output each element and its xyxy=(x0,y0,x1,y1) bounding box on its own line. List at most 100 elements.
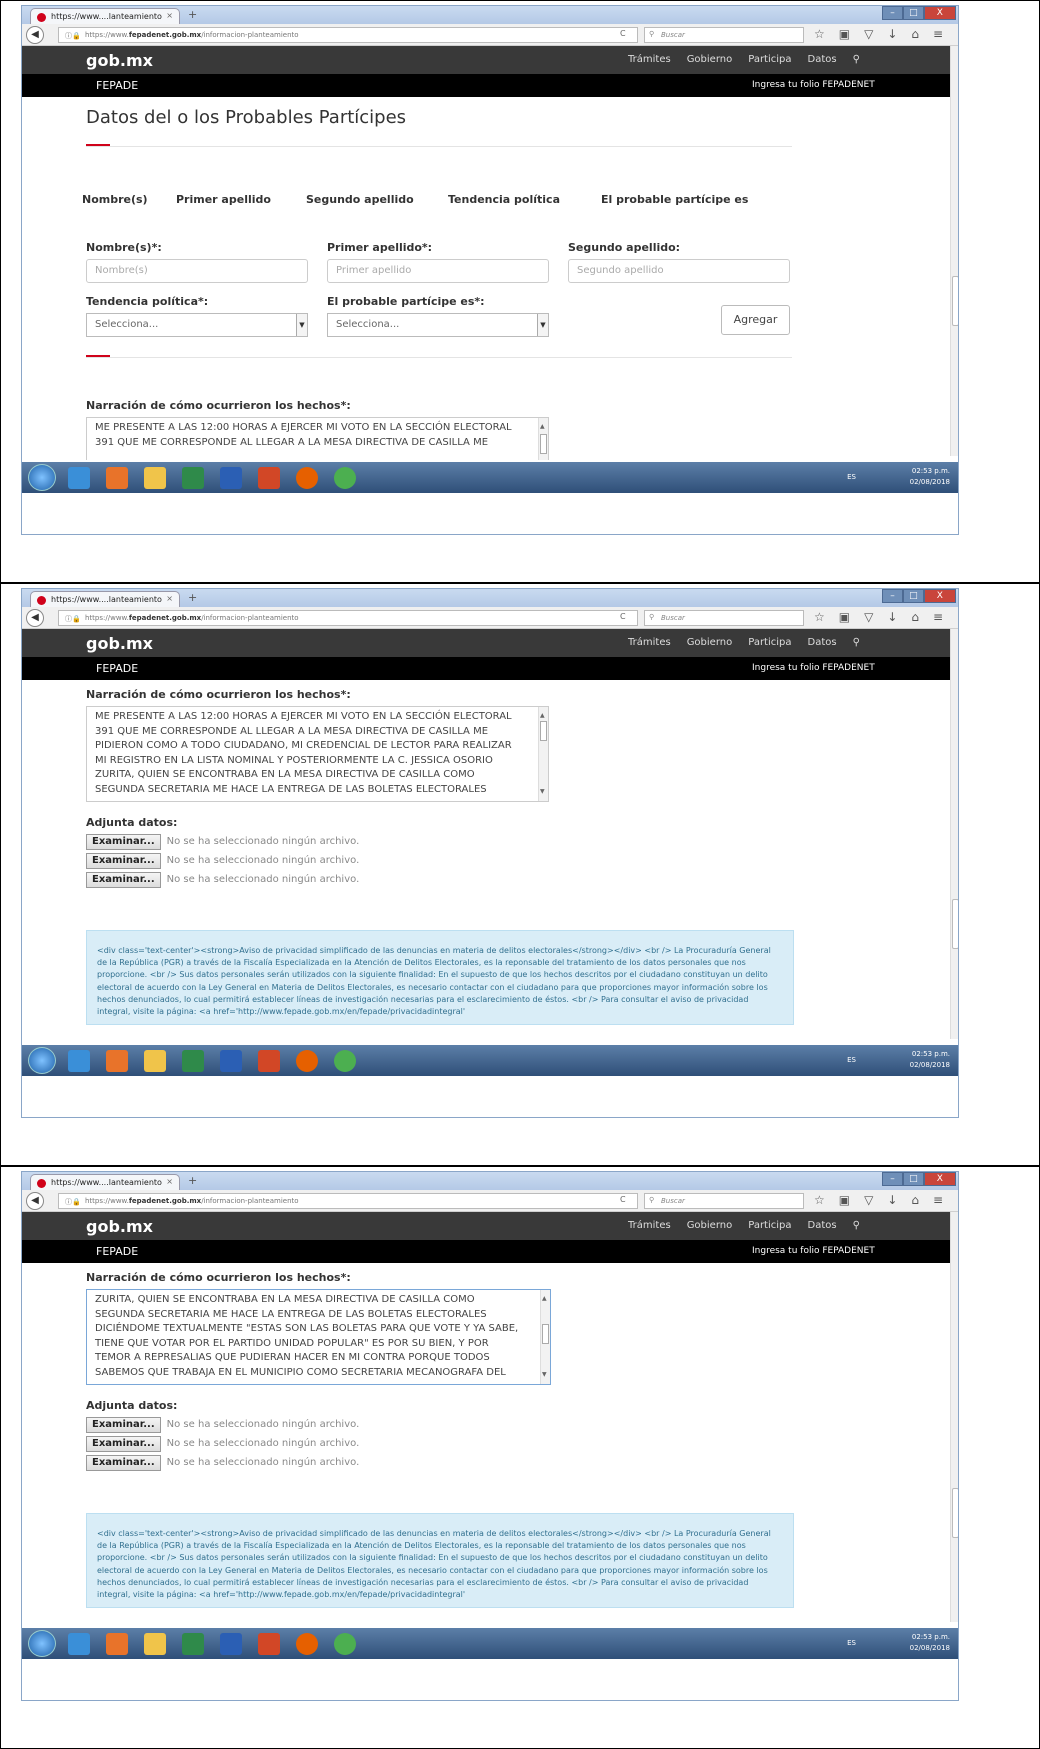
nav-datos[interactable]: Datos xyxy=(808,1220,837,1231)
menu-icon[interactable]: ≡ xyxy=(933,27,943,41)
media-player-icon[interactable] xyxy=(106,467,128,489)
scrollbar-thumb[interactable] xyxy=(952,1488,958,1538)
search-icon[interactable]: ⚲ xyxy=(853,637,860,648)
powerpoint-icon[interactable] xyxy=(258,1633,280,1655)
nav-participa[interactable]: Participa xyxy=(748,1220,791,1231)
new-tab-button[interactable]: + xyxy=(188,1174,197,1187)
address-bar[interactable]: ⓘ🔒 https://www.fepadenet.gob.mx/informaci… xyxy=(58,27,638,43)
search-icon[interactable]: ⚲ xyxy=(853,54,860,65)
fepade-label[interactable]: FEPADE xyxy=(96,1245,138,1258)
address-bar[interactable]: ⓘ🔒 https://www.fepadenet.gob.mx/informaci… xyxy=(58,610,638,626)
ie-icon[interactable] xyxy=(68,1633,90,1655)
participe-select[interactable]: Selecciona... ▼ xyxy=(327,313,549,337)
address-bar[interactable]: ⓘ🔒 https://www.fepadenet.gob.mx/informaci… xyxy=(58,1193,638,1209)
pocket-icon[interactable]: ▽ xyxy=(864,27,873,41)
download-icon[interactable]: ↓ xyxy=(887,610,897,624)
clock-time[interactable]: 02:53 p.m. xyxy=(912,1633,950,1641)
folder-icon[interactable] xyxy=(144,1050,166,1072)
file-input-2[interactable]: Examinar... No se ha seleccionado ningún … xyxy=(86,1436,359,1452)
narracion-textarea[interactable]: ME PRESENTE A LAS 12:00 HORAS A EJERCER … xyxy=(86,706,549,802)
maximize-button[interactable]: □ xyxy=(902,589,924,603)
nav-datos[interactable]: Datos xyxy=(808,637,837,648)
folio-link[interactable]: Ingresa tu folio FEPADENET xyxy=(752,1246,875,1256)
search-icon[interactable]: ⚲ xyxy=(853,1220,860,1231)
browser-tab[interactable]: https://www....lanteamiento × xyxy=(30,591,180,607)
firefox-icon[interactable] xyxy=(296,1050,318,1072)
start-button[interactable] xyxy=(28,464,56,491)
minimize-button[interactable]: – xyxy=(882,1172,903,1186)
fepade-label[interactable]: FEPADE xyxy=(96,662,138,675)
textarea-scroll-thumb[interactable] xyxy=(542,1324,549,1344)
language-indicator[interactable]: ES xyxy=(847,472,856,483)
examinar-button[interactable]: Examinar... xyxy=(86,1436,161,1452)
close-window-button[interactable]: X xyxy=(923,589,956,603)
examinar-button[interactable]: Examinar... xyxy=(86,1455,161,1471)
folio-link[interactable]: Ingresa tu folio FEPADENET xyxy=(752,80,875,90)
minimize-button[interactable]: – xyxy=(882,589,903,603)
bookmark-star-icon[interactable]: ☆ xyxy=(814,1193,825,1207)
nav-participa[interactable]: Participa xyxy=(748,54,791,65)
powerpoint-icon[interactable] xyxy=(258,1050,280,1072)
gobmx-logo[interactable]: gob.mx xyxy=(86,1217,153,1236)
nav-gobierno[interactable]: Gobierno xyxy=(687,1220,733,1231)
word-icon[interactable] xyxy=(220,467,242,489)
pocket-icon[interactable]: ▽ xyxy=(864,610,873,624)
ie-icon[interactable] xyxy=(68,467,90,489)
clock-date[interactable]: 02/08/2018 xyxy=(910,1061,950,1069)
media-player-icon[interactable] xyxy=(106,1633,128,1655)
search-box[interactable]: ⚲ Buscar xyxy=(644,27,804,43)
nav-tramites[interactable]: Trámites xyxy=(628,54,671,65)
nav-tramites[interactable]: Trámites xyxy=(628,637,671,648)
primer-apellido-input[interactable]: Primer apellido xyxy=(327,259,549,283)
media-player-icon[interactable] xyxy=(106,1050,128,1072)
clipboard-icon[interactable]: ▣ xyxy=(839,1193,850,1207)
reload-icon[interactable]: C xyxy=(620,29,626,38)
examinar-button[interactable]: Examinar... xyxy=(86,834,161,850)
maximize-button[interactable]: □ xyxy=(902,1172,924,1186)
menu-icon[interactable]: ≡ xyxy=(933,610,943,624)
nav-gobierno[interactable]: Gobierno xyxy=(687,637,733,648)
fepade-label[interactable]: FEPADE xyxy=(96,79,138,92)
tendencia-select[interactable]: Selecciona... ▼ xyxy=(86,313,308,337)
ie-icon[interactable] xyxy=(68,1050,90,1072)
back-button[interactable]: ◀ xyxy=(26,26,44,44)
reload-icon[interactable]: C xyxy=(620,612,626,621)
clock-date[interactable]: 02/08/2018 xyxy=(910,478,950,486)
file-input-3[interactable]: Examinar... No se ha seleccionado ningún … xyxy=(86,1455,359,1471)
clock-time[interactable]: 02:53 p.m. xyxy=(912,467,950,475)
back-button[interactable]: ◀ xyxy=(26,609,44,627)
scroll-down-icon[interactable]: ▼ xyxy=(540,785,545,800)
narracion-textarea[interactable]: ME PRESENTE A LAS 12:00 HORAS A EJERCER … xyxy=(86,417,549,460)
start-button[interactable] xyxy=(28,1630,56,1657)
language-indicator[interactable]: ES xyxy=(847,1638,856,1649)
pocket-icon[interactable]: ▽ xyxy=(864,1193,873,1207)
new-tab-button[interactable]: + xyxy=(188,591,197,604)
download-icon[interactable]: ↓ xyxy=(887,27,897,41)
textarea-scrollbar[interactable]: ▲ xyxy=(538,418,548,460)
back-button[interactable]: ◀ xyxy=(26,1192,44,1210)
excel-icon[interactable] xyxy=(182,467,204,489)
start-button[interactable] xyxy=(28,1047,56,1074)
nombre-input[interactable]: Nombre(s) xyxy=(86,259,308,283)
chrome-icon[interactable] xyxy=(334,467,356,489)
tab-close-button[interactable]: × xyxy=(166,1177,173,1186)
scroll-up-icon[interactable]: ▲ xyxy=(542,1292,547,1307)
nav-gobierno[interactable]: Gobierno xyxy=(687,54,733,65)
excel-icon[interactable] xyxy=(182,1633,204,1655)
nav-datos[interactable]: Datos xyxy=(808,54,837,65)
tab-close-button[interactable]: × xyxy=(166,11,173,20)
menu-icon[interactable]: ≡ xyxy=(933,1193,943,1207)
scroll-down-icon[interactable]: ▼ xyxy=(542,1368,547,1383)
tab-close-button[interactable]: × xyxy=(166,594,173,603)
examinar-button[interactable]: Examinar... xyxy=(86,1417,161,1433)
scrollbar-thumb[interactable] xyxy=(952,899,958,949)
textarea-scrollbar[interactable]: ▲ ▼ xyxy=(540,1290,550,1384)
clock-date[interactable]: 02/08/2018 xyxy=(910,1644,950,1652)
textarea-scroll-thumb[interactable] xyxy=(540,721,547,741)
chrome-icon[interactable] xyxy=(334,1633,356,1655)
folio-link[interactable]: Ingresa tu folio FEPADENET xyxy=(752,663,875,673)
scroll-up-icon[interactable]: ▲ xyxy=(540,420,545,435)
nav-participa[interactable]: Participa xyxy=(748,637,791,648)
gobmx-logo[interactable]: gob.mx xyxy=(86,634,153,653)
home-icon[interactable]: ⌂ xyxy=(911,1193,919,1207)
